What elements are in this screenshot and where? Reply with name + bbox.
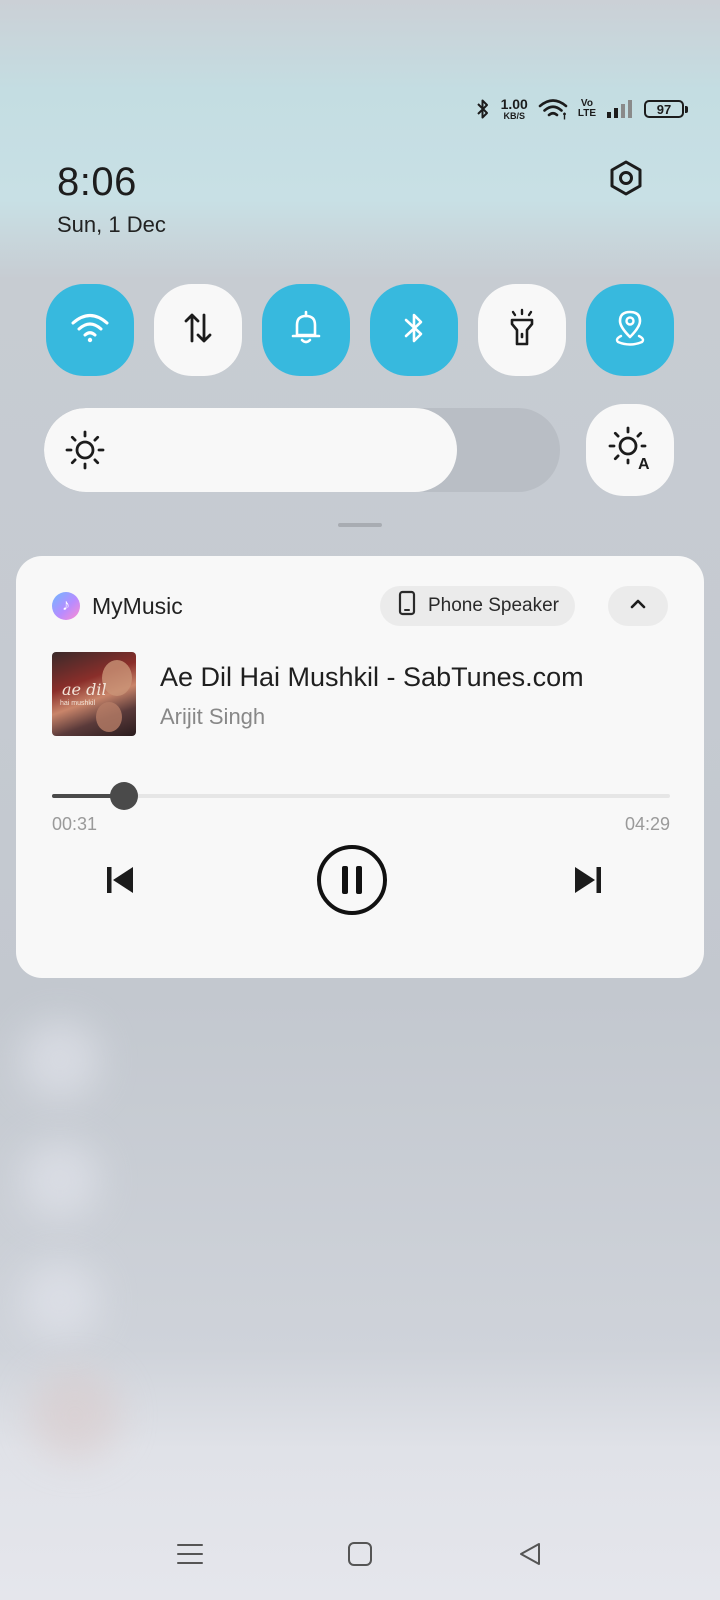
seek-bar-thumb[interactable] [110, 782, 139, 810]
seek-bar[interactable] [52, 782, 670, 810]
settings-button[interactable] [604, 158, 648, 202]
status-bar: 1.00 KB/S Vo LTE 97 [475, 92, 688, 126]
bluetooth-tile[interactable] [370, 284, 458, 376]
brightness-slider[interactable] [44, 408, 560, 492]
navigation-bar [0, 1510, 720, 1600]
svg-text:A: A [638, 456, 650, 470]
panel-drag-handle[interactable] [338, 523, 382, 527]
date[interactable]: Sun, 1 Dec [57, 212, 166, 238]
back-triangle-icon [517, 1541, 543, 1572]
phone-icon [398, 590, 416, 622]
auto-brightness-button[interactable]: A [586, 404, 674, 496]
network-speed-unit: KB/S [503, 111, 525, 121]
location-icon [613, 309, 647, 352]
flashlight-icon [506, 308, 538, 353]
network-speed: 1.00 KB/S [501, 97, 528, 121]
album-art-figure [96, 702, 122, 732]
bluetooth-icon [401, 310, 427, 351]
elapsed-time: 00:31 [52, 814, 98, 834]
album-art-subtitle: hai mushkil [60, 700, 96, 707]
collapse-button[interactable] [608, 586, 668, 626]
pause-icon [316, 844, 388, 921]
song-title: Ae Dil Hai Mushkil - SabTunes.com [160, 662, 584, 692]
location-tile[interactable] [586, 284, 674, 376]
media-player-card: ♪ MyMusic Phone Speaker ae dil hai mushk… [16, 556, 704, 978]
total-time: 04:29 [624, 814, 670, 834]
next-button[interactable] [568, 862, 608, 902]
output-device-label: Phone Speaker [428, 595, 559, 616]
background-blur [20, 1020, 100, 1100]
previous-button[interactable] [100, 862, 140, 902]
skip-next-icon [572, 864, 604, 901]
settings-hex-icon [606, 158, 646, 203]
back-button[interactable] [508, 1534, 552, 1578]
wifi-icon [70, 312, 110, 349]
signal-icon [606, 99, 634, 119]
recents-button[interactable] [168, 1534, 212, 1578]
bell-icon [289, 310, 323, 351]
sound-tile[interactable] [262, 284, 350, 376]
play-pause-button[interactable] [316, 844, 388, 921]
background-blur [20, 1260, 100, 1340]
clock[interactable]: 8:06 [57, 160, 137, 205]
mobile-data-tile[interactable] [154, 284, 242, 376]
data-arrows-icon [182, 311, 214, 350]
volte-icon: Vo LTE [578, 99, 596, 119]
background-blur [20, 1140, 100, 1220]
album-art[interactable]: ae dil hai mushkil [52, 652, 136, 736]
auto-brightness-icon: A [608, 426, 652, 475]
flashlight-tile[interactable] [478, 284, 566, 376]
brightness-sun-icon [64, 429, 106, 476]
home-button[interactable] [338, 1534, 382, 1578]
album-art-title: ae dil [62, 680, 107, 699]
background-blur [30, 1370, 120, 1460]
music-app-icon: ♪ [52, 592, 80, 620]
chevron-up-icon [629, 597, 647, 615]
bluetooth-status-icon [475, 98, 491, 120]
output-device-button[interactable]: Phone Speaker [380, 586, 575, 626]
wifi-tile[interactable] [46, 284, 134, 376]
menu-lines-icon [176, 1542, 204, 1571]
volte-bottom: LTE [577, 108, 596, 119]
song-artist: Arijit Singh [160, 704, 266, 729]
skip-previous-icon [104, 864, 136, 901]
app-name: MyMusic [92, 593, 183, 619]
battery-level: 97 [656, 101, 672, 117]
battery-icon: 97 [644, 100, 688, 118]
network-speed-value: 1.00 [500, 96, 528, 112]
home-square-icon [347, 1541, 373, 1572]
wifi-status-icon [538, 98, 568, 120]
quick-settings-tiles [46, 284, 674, 376]
